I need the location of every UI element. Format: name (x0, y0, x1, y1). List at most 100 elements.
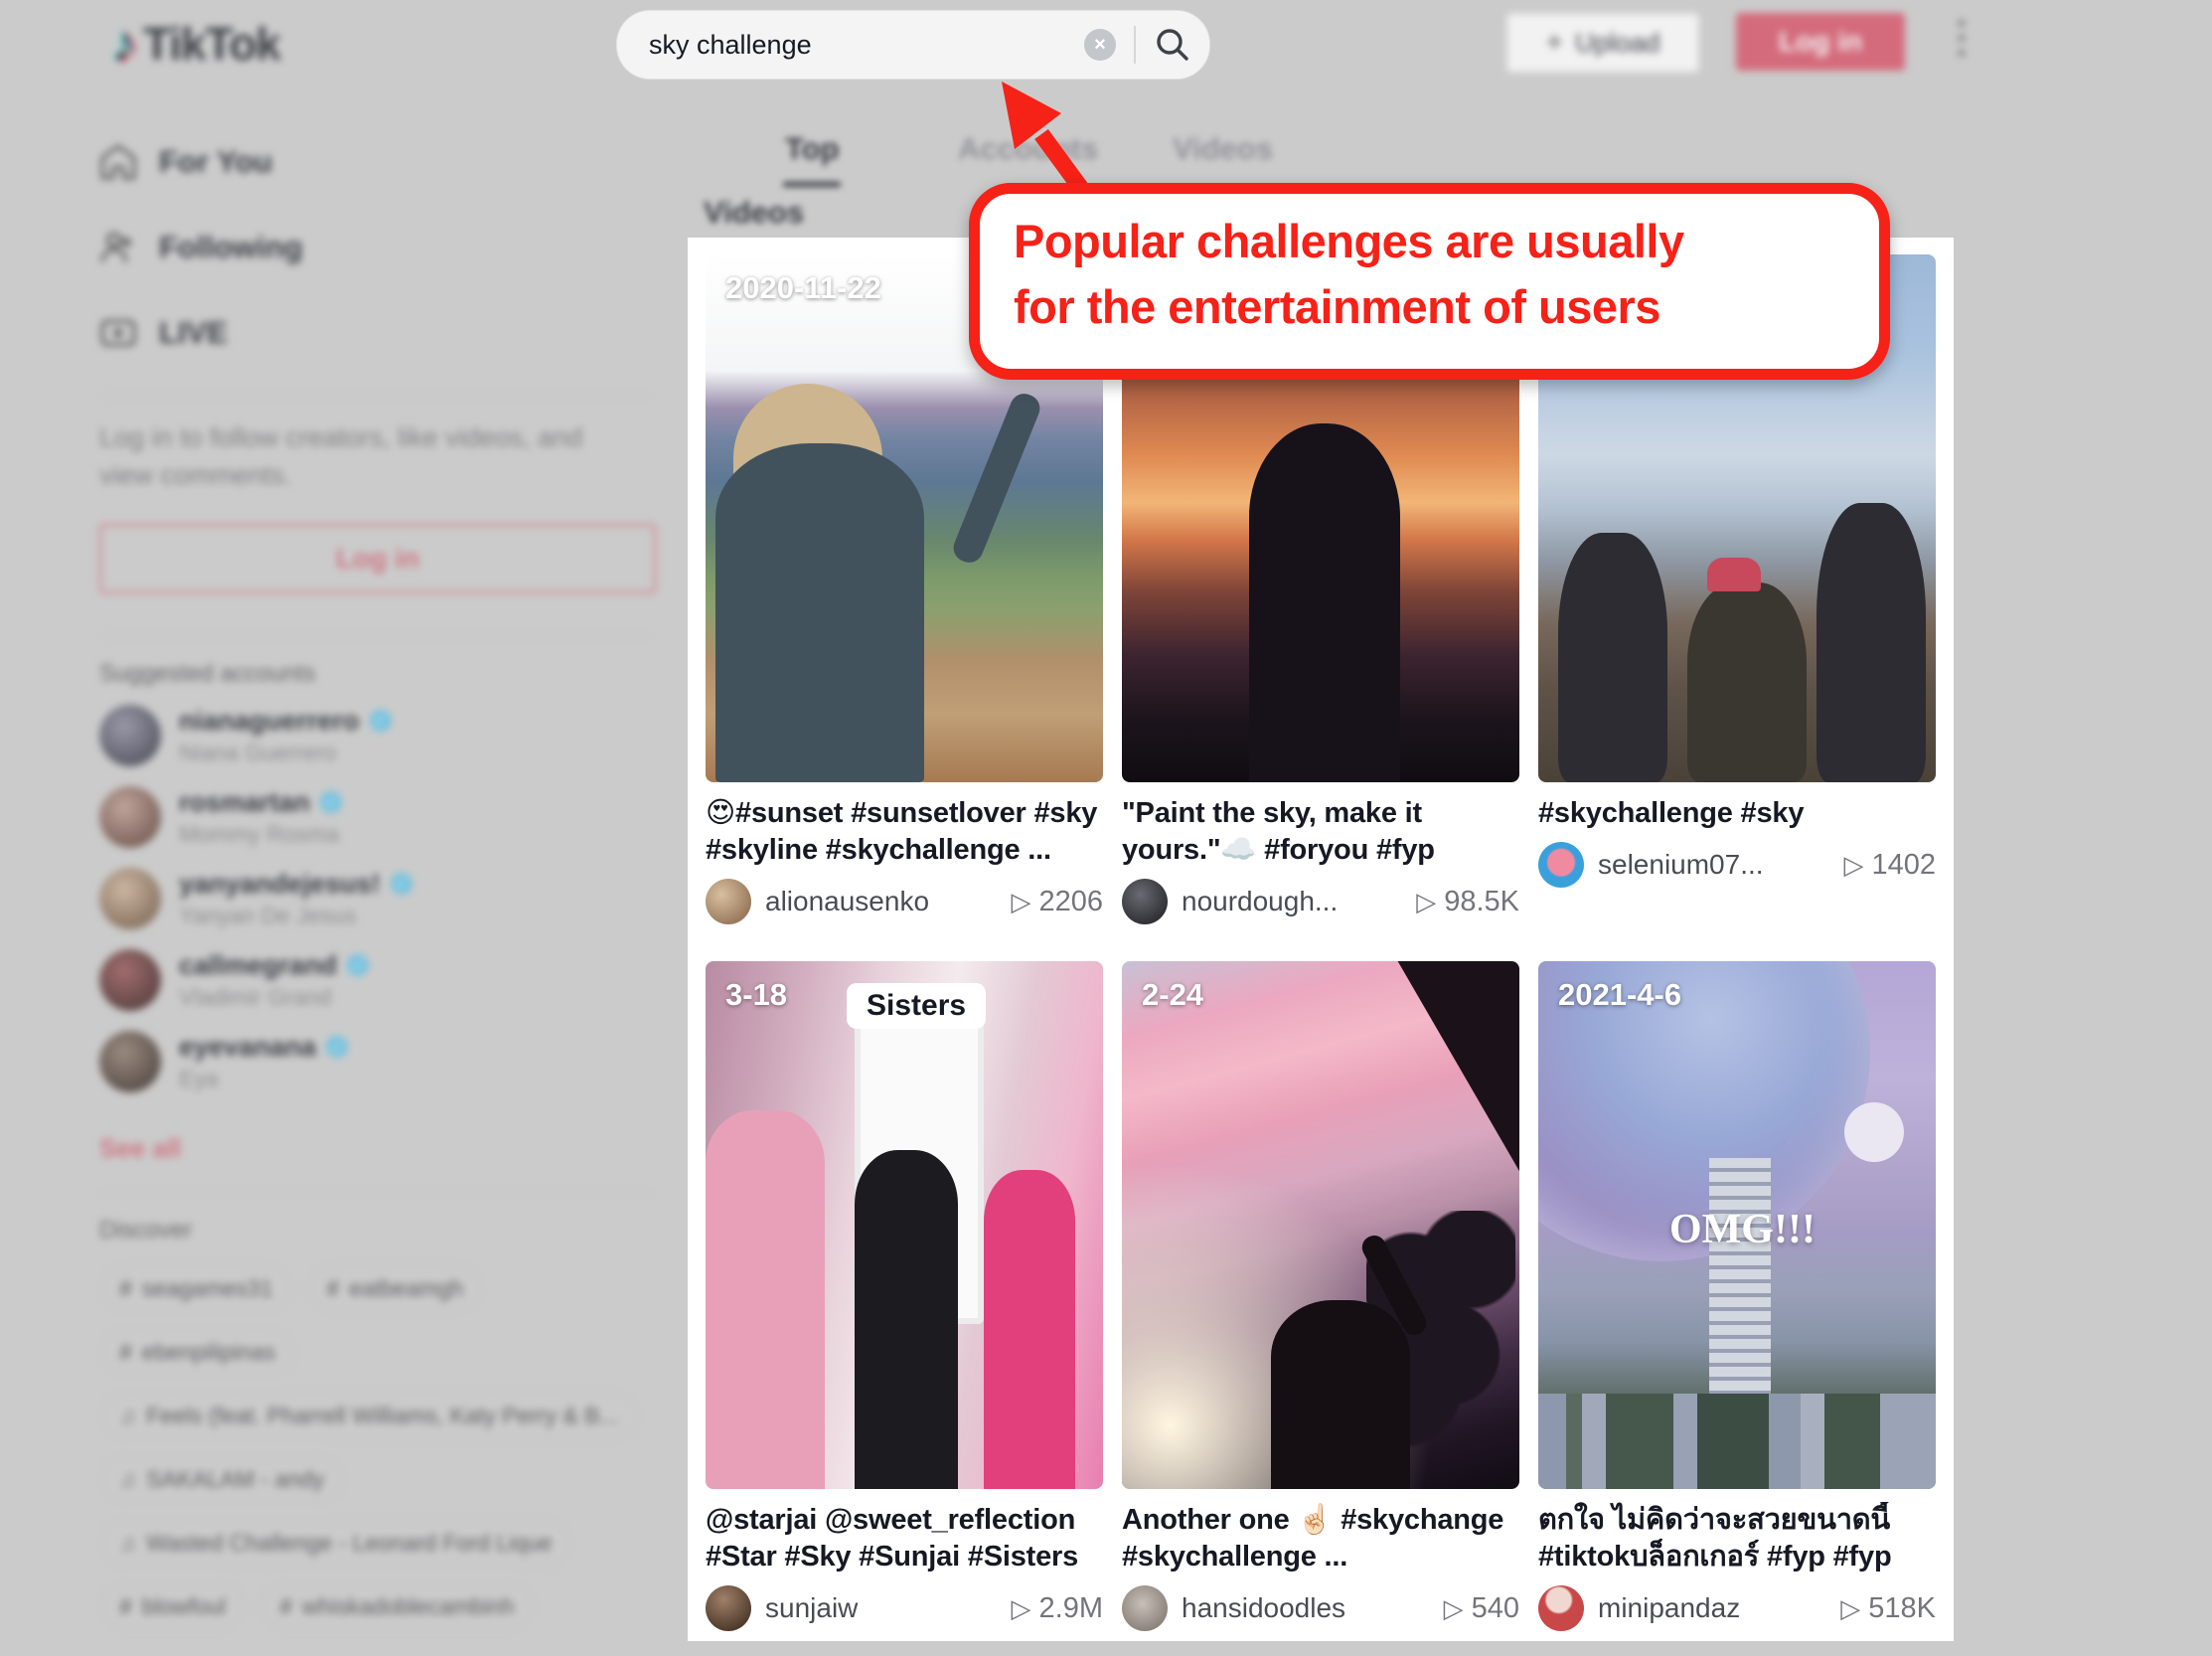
video-username[interactable]: hansidoodles (1182, 1592, 1345, 1624)
music-icon (119, 1466, 136, 1493)
verified-badge-icon: ✓ (391, 873, 412, 895)
suggested-account[interactable]: yanyandejesus! ✓ Yanyan De Jesus (99, 867, 656, 930)
video-caption[interactable]: Another one ☝🏻 #skychange #skychallenge … (1122, 1502, 1519, 1575)
tab-top[interactable]: Top (785, 131, 840, 167)
video-date: 2021-4-6 (1558, 977, 1681, 1013)
discover-sound[interactable]: Wasted Challenge - Leonard Ford Lique (99, 1519, 572, 1567)
video-card[interactable]: OMG!!! 2021-4-6 ตกใจ ไม่คิดว่าจะสวยขนาดน… (1538, 961, 1936, 1631)
avatar (99, 786, 161, 848)
video-caption[interactable]: @starjai @sweet_reflection #Star #Sky #S… (706, 1502, 1103, 1575)
annotation-text: Popular challenges are usually (1014, 214, 1684, 268)
discover-sound[interactable]: SAKALAM - andy (99, 1455, 344, 1503)
play-count-icon (1011, 886, 1030, 918)
sidebar-divider (99, 1192, 656, 1193)
avatar (99, 868, 161, 929)
upload-button[interactable]: + Upload (1506, 13, 1699, 73)
avatar[interactable] (706, 879, 751, 924)
brand-name: TikTok (143, 17, 280, 71)
tiktok-search-page: ♪ TikTok × + Upload Log in ⋮ For You (0, 0, 2212, 1656)
verified-badge-icon: ✓ (347, 954, 369, 976)
video-thumbnail[interactable]: 2-24 (1122, 961, 1519, 1489)
discover-tag[interactable]: seagames31 (99, 1264, 293, 1312)
discover-tag[interactable]: ebenpilipinas (99, 1328, 295, 1376)
suggested-accounts-title: Suggested accounts (99, 660, 656, 688)
hashtag-icon (279, 1593, 292, 1620)
discover-tag[interactable]: eatbeamgh (307, 1264, 484, 1312)
sidebar-item-live[interactable]: LIVE (99, 310, 656, 356)
suggested-account[interactable]: callmegrand ✓ Vladimir Grand (99, 948, 656, 1012)
home-icon (99, 143, 137, 181)
view-count: 2206 (1038, 886, 1103, 918)
sidebar-item-for-you[interactable]: For You (99, 139, 656, 185)
verified-badge-icon: ✓ (326, 1036, 348, 1058)
thumbnail-overlay-text: OMG!!! (1669, 1206, 1816, 1253)
avatar[interactable] (1122, 1585, 1168, 1631)
video-caption[interactable]: "Paint the sky, make it yours."☁️ #foryo… (1122, 795, 1519, 869)
tiktok-logo[interactable]: ♪ TikTok (111, 14, 280, 74)
play-count-icon (1444, 1592, 1464, 1625)
avatar[interactable] (1538, 842, 1584, 888)
hashtag-icon (119, 1339, 132, 1366)
avatar[interactable] (1122, 879, 1168, 924)
login-prompt: Log in to follow creators, like videos, … (99, 418, 636, 494)
discover-sound[interactable]: Feels (feat. Pharrell Williams, Katy Per… (99, 1392, 639, 1439)
play-count-icon (1416, 886, 1436, 918)
avatar[interactable] (706, 1585, 751, 1631)
view-count: 2.9M (1039, 1592, 1103, 1625)
view-count: 518K (1868, 1592, 1936, 1625)
music-icon (119, 1530, 136, 1557)
video-thumbnail[interactable]: OMG!!! 2021-4-6 (1538, 961, 1936, 1489)
login-button-sidebar[interactable]: Log in (99, 524, 656, 593)
clear-search-icon[interactable]: × (1084, 29, 1116, 61)
view-count: 1402 (1871, 849, 1936, 882)
video-caption[interactable]: ตกใจ ไม่คิดว่าจะสวยขนาดนี้ #tiktokบล็อกเ… (1538, 1502, 1936, 1575)
more-options-icon[interactable]: ⋮ (1940, 12, 1983, 63)
suggested-account[interactable]: rosmartan ✓ Mommy Rosma (99, 785, 656, 849)
verified-badge-icon: ✓ (320, 791, 342, 813)
video-username[interactable]: selenium07... (1598, 849, 1764, 881)
suggested-account[interactable]: nianaguerrero ✓ Niana Guerrero (99, 704, 656, 767)
discover-tag[interactable]: blowfoul (99, 1582, 245, 1630)
video-username[interactable]: minipandaz (1598, 1592, 1740, 1624)
annotation-text: for the entertainment of users (1014, 279, 1660, 334)
sidebar: For You Following LIVE Log in to follow … (99, 139, 656, 1630)
active-tab-underline (783, 182, 841, 187)
login-button-top[interactable]: Log in (1736, 13, 1905, 71)
play-count-icon (1840, 1592, 1860, 1625)
view-count: 98.5K (1444, 886, 1519, 918)
search-input[interactable] (647, 29, 1084, 62)
live-icon (99, 314, 137, 352)
avatar[interactable] (1538, 1585, 1584, 1631)
avatar (99, 1031, 161, 1092)
discover-list: seagames31 eatbeamgh ebenpilipinas Feels… (99, 1264, 656, 1630)
sidebar-divider (99, 396, 656, 397)
sidebar-divider (99, 635, 656, 636)
upload-icon: + (1545, 26, 1563, 60)
hashtag-icon (119, 1275, 132, 1302)
video-username[interactable]: alionausenko (765, 886, 929, 917)
video-username[interactable]: sunjaiw (765, 1592, 858, 1624)
view-count: 540 (1472, 1592, 1519, 1625)
video-card[interactable]: 2-24 Another one ☝🏻 #skychange #skychall… (1122, 961, 1519, 1631)
video-card[interactable]: Sisters 3-18 @starjai @sweet_reflection … (706, 961, 1103, 1631)
verified-badge-icon: ✓ (370, 710, 392, 732)
video-thumbnail[interactable]: Sisters 3-18 (706, 961, 1103, 1489)
videos-section-title: Videos (704, 195, 804, 231)
video-username[interactable]: nourdough... (1182, 886, 1338, 917)
annotation-callout: Popular challenges are usually for the e… (969, 183, 1890, 380)
discover-tag[interactable]: whiskadoblecambinh (259, 1582, 534, 1630)
tiktok-note-icon: ♪ (111, 14, 137, 74)
suggested-accounts-list: nianaguerrero ✓ Niana Guerrero rosmartan… (99, 704, 656, 1093)
video-caption[interactable]: 😍#sunset #sunsetlover #sky #skyline #sky… (706, 795, 1103, 869)
thumbnail-overlay-text: Sisters (847, 983, 986, 1029)
avatar (99, 705, 161, 766)
sidebar-item-following[interactable]: Following (99, 225, 656, 270)
hashtag-icon (327, 1275, 340, 1302)
following-users-icon (99, 229, 137, 266)
video-caption[interactable]: #skychallenge #sky (1538, 795, 1936, 832)
see-all-link[interactable]: See all (99, 1133, 656, 1164)
play-count-icon (1843, 849, 1863, 882)
tab-videos[interactable]: Videos (1173, 131, 1273, 167)
discover-title: Discover (99, 1217, 656, 1244)
suggested-account[interactable]: eyevanana ✓ Eya (99, 1030, 656, 1093)
